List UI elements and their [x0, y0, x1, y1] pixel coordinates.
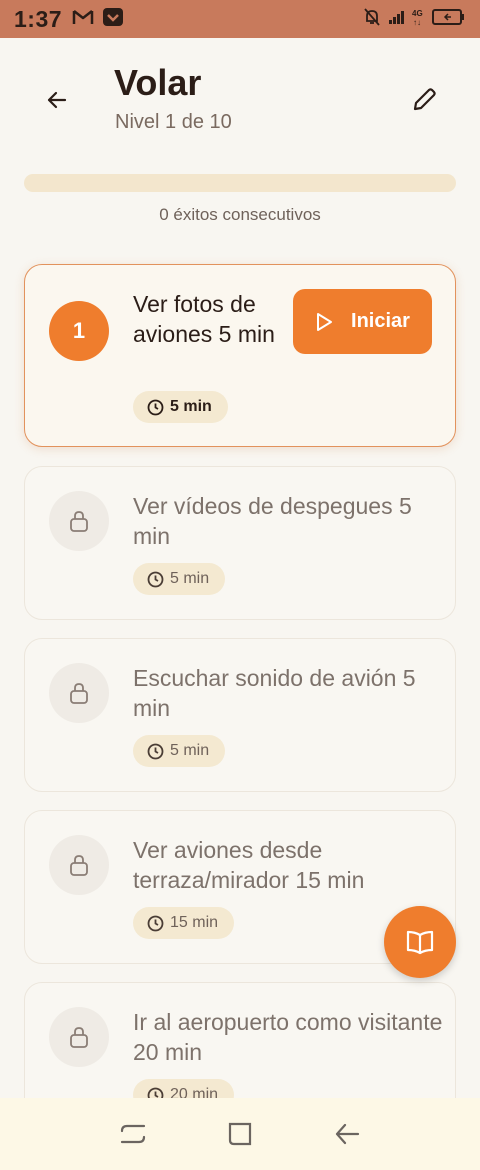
step-card-3: Escuchar sonido de avión 5 min 5 min [24, 638, 456, 792]
duration-label: 5 min [170, 742, 210, 759]
duration-chip: 5 min [133, 735, 226, 767]
lock-badge [49, 663, 109, 723]
recents-icon [121, 1124, 146, 1144]
status-bar: 1:37 4G ↑↓ [0, 0, 480, 38]
clock-icon [147, 743, 164, 759]
step-number-badge: 1 [49, 301, 109, 361]
step-title: Ver fotos de aviones 5 min [133, 291, 275, 347]
level-subtitle: Nivel 1 de 10 [115, 111, 232, 133]
svg-text:↑↓: ↑↓ [413, 18, 421, 26]
home-icon [228, 1122, 252, 1146]
recents-button[interactable] [111, 1112, 155, 1156]
step-title: Escuchar sonido de avión 5 min [133, 665, 416, 721]
progress-bar [24, 174, 456, 192]
duration-chip: 5 min [133, 563, 226, 595]
book-open-icon [406, 930, 434, 955]
back-icon [335, 1123, 359, 1145]
clock-icon [147, 915, 164, 931]
system-nav-bar [0, 1098, 480, 1170]
step-card-1: 1 Ver fotos de aviones 5 min Iniciar 5 m… [24, 264, 456, 447]
duration-label: 15 min [170, 914, 219, 931]
lock-badge [49, 491, 109, 551]
status-time: 1:37 [14, 5, 63, 32]
step-title: Ir al aeropuerto como visitante 20 min [133, 1009, 443, 1065]
play-icon [317, 312, 333, 331]
gmail-icon [72, 8, 94, 31]
home-button[interactable] [218, 1112, 262, 1156]
back-button[interactable] [40, 83, 74, 117]
lock-badge [49, 835, 109, 895]
svg-text:4G: 4G [412, 9, 423, 18]
duration-chip: 5 min [133, 391, 228, 423]
system-back-button[interactable] [325, 1112, 369, 1156]
notifications-off-icon [362, 7, 382, 32]
signal-icon [388, 9, 406, 30]
guide-fab-button[interactable] [384, 906, 456, 978]
clock-icon [147, 571, 164, 587]
start-button-label: Iniciar [351, 310, 410, 332]
arrow-left-icon [47, 91, 67, 109]
network-4g-icon: 4G ↑↓ [412, 8, 426, 31]
lock-icon [70, 855, 88, 876]
battery-icon [432, 8, 466, 31]
duration-label: 5 min [170, 570, 210, 587]
streak-counter: 0 éxitos consecutivos [159, 205, 321, 224]
edit-button[interactable] [406, 82, 442, 118]
page-title: Volar [114, 62, 202, 103]
header: Volar Nivel 1 de 10 [0, 38, 480, 148]
duration-chip: 15 min [133, 907, 235, 939]
lock-icon [70, 1027, 88, 1048]
step-card-2: Ver vídeos de despegues 5 min 5 min [24, 466, 456, 620]
lock-icon [70, 683, 88, 704]
clock-icon [147, 399, 164, 415]
lock-icon [70, 511, 88, 532]
start-button[interactable]: Iniciar [293, 289, 432, 354]
duration-label: 5 min [170, 398, 212, 415]
shield-app-icon [102, 7, 124, 32]
lock-badge [49, 1007, 109, 1067]
step-title: Ver vídeos de despegues 5 min [133, 493, 412, 549]
pencil-icon [413, 88, 436, 111]
step-title: Ver aviones desde terraza/mirador 15 min [133, 837, 365, 893]
